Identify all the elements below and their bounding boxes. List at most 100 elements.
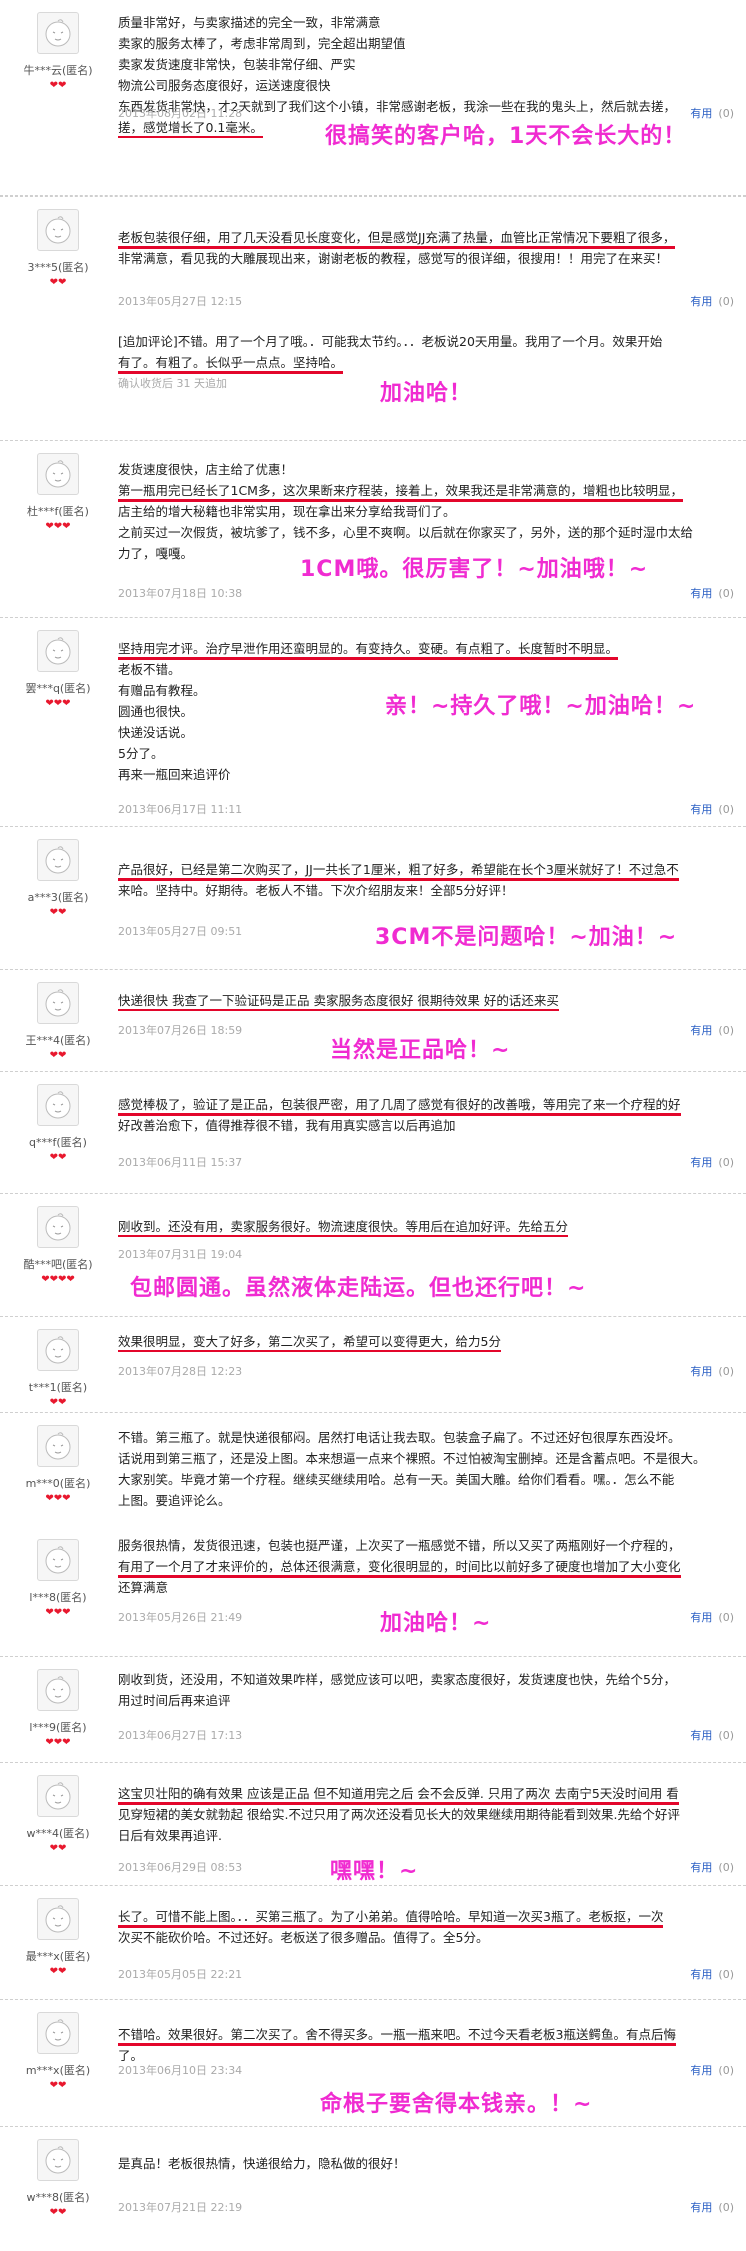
credit-hearts-icon: ❤❤ <box>49 2080 67 2091</box>
avatar <box>37 453 79 495</box>
seller-annotation: 亲！~持久了哦！~加油哈！~ <box>385 694 697 719</box>
reviewer: l***8(匿名) ❤❤❤ <box>8 1539 108 1618</box>
review-line: 店主给的增大秘籍也非常实用，现在拿出来分享给我哥们了。 <box>118 504 456 519</box>
review-content: 发货速度很快，店主给了优惠！ 第一瓶用完已经长了1CM多，这次果断来疗程装，接着… <box>118 459 746 564</box>
review-item: 最***x(匿名) ❤❤ 长了。可惜不能上图。．．买第三瓶了。为了小弟弟。值得哈… <box>0 1886 746 2000</box>
seller-annotation: 包邮圆通。虽然液体走陆运。但也还行吧！~ <box>130 1276 587 1301</box>
credit-hearts-icon: ❤❤ <box>49 1397 67 1408</box>
reviewer: 牛***云(匿名) ❤❤ <box>8 12 108 91</box>
review-line: 发货速度很快，店主给了优惠！ <box>118 462 294 477</box>
credit-hearts-icon: ❤❤ <box>49 907 67 918</box>
review-line-underlined: 感觉棒极了，验证了是正品，包装很严密，用了几周了感觉有很好的改善哦，等用完了来一… <box>118 1097 681 1116</box>
credit-hearts-icon: ❤❤❤ <box>45 521 71 532</box>
review-content: 服务很热情，发货很迅速，包装也挺严谨，上次买了一瓶感觉不错，所以又买了两瓶刚好一… <box>118 1535 746 1598</box>
review-item: 杜***f(匿名) ❤❤❤ 发货速度很快，店主给了优惠！ 第一瓶用完已经长了1C… <box>0 441 746 618</box>
review-item: 牛***云(匿名) ❤❤ 质量非常好，与卖家描述的完全一致，非常满意 卖家的服务… <box>0 0 746 196</box>
reviewer-name: q***f(匿名) <box>29 1136 87 1149</box>
useful-button[interactable]: 有用 (0) <box>690 293 734 309</box>
useful-button[interactable]: 有用 (0) <box>690 1859 734 1875</box>
review-content: 刚收到货，还没用，不知道效果咋样，感觉应该可以吧，卖家态度很好，发货速度也快，先… <box>118 1669 746 1711</box>
avatar <box>37 1425 79 1467</box>
review-line: 日后有效果再追评. <box>118 1828 222 1843</box>
reviewer: q***f(匿名) ❤❤ <box>8 1084 108 1163</box>
seller-annotation: 加油哈！ <box>380 381 473 406</box>
useful-button[interactable]: 有用 (0) <box>690 1022 734 1038</box>
review-line: 再来一瓶回来追评价 <box>118 767 231 782</box>
seller-annotation: 1CM哦。很厉害了！~加油哦！~ <box>300 557 649 582</box>
review-item: m***x(匿名) ❤❤ 不错哈。效果很好。第二次买了。舍不得买多。一瓶一瓶来吧… <box>0 2000 746 2127</box>
avatar <box>37 630 79 672</box>
review-date: 2013年05月27日 12:15 <box>118 295 243 308</box>
review-item: 王***4(匿名) ❤❤ 快递很快 我查了一下验证码是正品 卖家服务态度很好 很… <box>0 970 746 1072</box>
reviewer-name: m***0(匿名) <box>25 1477 91 1490</box>
reviewer: m***x(匿名) ❤❤ <box>8 2012 108 2091</box>
review-date: 2013年07月31日 19:04 <box>118 1248 243 1261</box>
review-content: 快递很快 我查了一下验证码是正品 卖家服务态度很好 很期待效果 好的话还来买 <box>118 990 746 1011</box>
useful-button[interactable]: 有用 (0) <box>690 1966 734 1982</box>
review-line-underlined: 效果很明显，变大了好多，第二次买了，希望可以变得更大，给力5分 <box>118 1334 501 1352</box>
reviewer: t***1(匿名) ❤❤ <box>8 1329 108 1408</box>
useful-button[interactable]: 有用 (0) <box>690 105 734 121</box>
useful-button[interactable]: 有用 (0) <box>690 2199 734 2215</box>
credit-hearts-icon: ❤❤❤ <box>45 698 71 709</box>
review-date: 2013年06月29日 08:53 <box>118 1861 243 1874</box>
avatar <box>37 1539 79 1581</box>
review-item: a***3(匿名) ❤❤ 产品很好，已经是第二次购买了，JJ一共长了1厘米，粗了… <box>0 827 746 970</box>
credit-hearts-icon: ❤❤ <box>49 1966 67 1977</box>
review-line: 话说用到第三瓶了，还是没上图。本来想逼一点来个裸照。不过怕被淘宝删掉。还是含蓄点… <box>118 1451 706 1466</box>
review-content: 刚收到。还没有用，卖家服务很好。物流速度很快。等用后在追加好评。先给五分 <box>118 1216 746 1237</box>
useful-button[interactable]: 有用 (0) <box>690 1609 734 1625</box>
useful-button[interactable]: 有用 (0) <box>690 2062 734 2078</box>
avatar <box>37 1898 79 1940</box>
review-line: 刚收到货，还没用，不知道效果咋样，感觉应该可以吧，卖家态度很好，发货速度也快，先… <box>118 1672 676 1687</box>
avatar <box>37 1669 79 1711</box>
avatar <box>37 1775 79 1817</box>
review-line-underlined: 第一瓶用完已经长了1CM多，这次果断来疗程装，接着上，效果我还是非常满意的，增粗… <box>118 483 683 502</box>
useful-button[interactable]: 有用 (0) <box>690 801 734 817</box>
credit-hearts-icon: ❤❤ <box>49 1843 67 1854</box>
reviewer: 酷***吧(匿名) ❤❤❤❤ <box>8 1206 108 1285</box>
reviewer-name: 牛***云(匿名) <box>23 64 93 77</box>
avatar <box>37 2012 79 2054</box>
reviewer: l***9(匿名) ❤❤❤ <box>8 1669 108 1748</box>
review-item: w***4(匿名) ❤❤ 这宝贝壮阳的确有效果 应该是正品 但不知道用完之后 会… <box>0 1763 746 1886</box>
review-content: 不错。第三瓶了。就是快递很郁闷。居然打电话让我去取。包装盒子扁了。不过还好包很厚… <box>118 1427 746 1511</box>
useful-button[interactable]: 有用 (0) <box>690 1363 734 1379</box>
review-date: 2013年07月18日 10:38 <box>118 587 243 600</box>
useful-button[interactable]: 有用 (0) <box>690 1154 734 1170</box>
review-content: 老板包装很仔细，用了几天没看见长度变化，但是感觉JJ充满了热量，血管比正常情况下… <box>118 227 746 269</box>
seller-annotation: 很搞笑的客户哈，1天不会长大的！ <box>325 124 687 149</box>
useful-button[interactable]: 有用 (0) <box>690 1727 734 1743</box>
review-line: 次买不能砍价哈。不过还好。老板送了很多赠品。值得了。全5分。 <box>118 1930 489 1945</box>
review-date: 2013年06月10日 23:34 <box>118 2064 243 2077</box>
useful-button[interactable]: 有用 (0) <box>690 585 734 601</box>
credit-hearts-icon: ❤❤❤ <box>45 1493 71 1504</box>
reviewer: a***3(匿名) ❤❤ <box>8 839 108 918</box>
credit-hearts-icon: ❤❤❤❤ <box>41 1274 75 1285</box>
review-content: 这宝贝壮阳的确有效果 应该是正品 但不知道用完之后 会不会反弹. 只用了两次 去… <box>118 1783 746 1846</box>
review-item: 3***5(匿名) ❤❤ 老板包装很仔细，用了几天没看见长度变化，但是感觉JJ充… <box>0 196 746 441</box>
review-item: m***0(匿名) ❤❤❤ 不错。第三瓶了。就是快递很郁闷。居然打电话让我去取。… <box>0 1413 746 1527</box>
avatar <box>37 1206 79 1248</box>
review-line-underlined: 坚持用完才评。治疗早泄作用还蛮明显的。有变持久。变硬。有点粗了。长度暂时不明显。 <box>118 641 619 660</box>
reviewer-name: 王***4(匿名) <box>25 1034 91 1047</box>
avatar <box>37 2139 79 2181</box>
review-line: 服务很热情，发货很迅速，包装也挺严谨，上次买了一瓶感觉不错，所以又买了两瓶刚好一… <box>118 1538 681 1553</box>
reviewer: 罢***q(匿名) ❤❤❤ <box>8 630 108 709</box>
review-date: 2013年07月28日 12:23 <box>118 1365 243 1378</box>
review-date: 2013年05月26日 21:49 <box>118 1611 243 1624</box>
credit-hearts-icon: ❤❤❤ <box>45 1737 71 1748</box>
review-item: t***1(匿名) ❤❤ 效果很明显，变大了好多，第二次买了，希望可以变得更大，… <box>0 1317 746 1413</box>
review-date: 2013年06月17日 11:11 <box>118 803 243 816</box>
review-line-underlined: 产品很好，已经是第二次购买了，JJ一共长了1厘米，粗了好多，希望能在长个3厘米就… <box>118 862 679 881</box>
followup-line: [追加评论]不错。用了一个月了哦。．可能我太节约。．．老板说20天用量。我用了一… <box>118 334 663 349</box>
credit-hearts-icon: ❤❤ <box>49 277 67 288</box>
review-item: 酷***吧(匿名) ❤❤❤❤ 刚收到。还没有用，卖家服务很好。物流速度很快。等用… <box>0 1194 746 1317</box>
seller-annotation: 命根子要舍得本钱亲。！~ <box>320 2092 593 2117</box>
review-line-underlined: 快递很快 我查了一下验证码是正品 卖家服务态度很好 很期待效果 好的话还来买 <box>118 993 559 1011</box>
review-line: 老板不错。 <box>118 662 181 677</box>
reviewer-name: 最***x(匿名) <box>25 1950 91 1963</box>
review-line: 5分了。 <box>118 746 164 761</box>
review-item: 罢***q(匿名) ❤❤❤ 坚持用完才评。治疗早泄作用还蛮明显的。有变持久。变硬… <box>0 618 746 827</box>
review-date: 2013年06月27日 17:13 <box>118 1729 243 1742</box>
